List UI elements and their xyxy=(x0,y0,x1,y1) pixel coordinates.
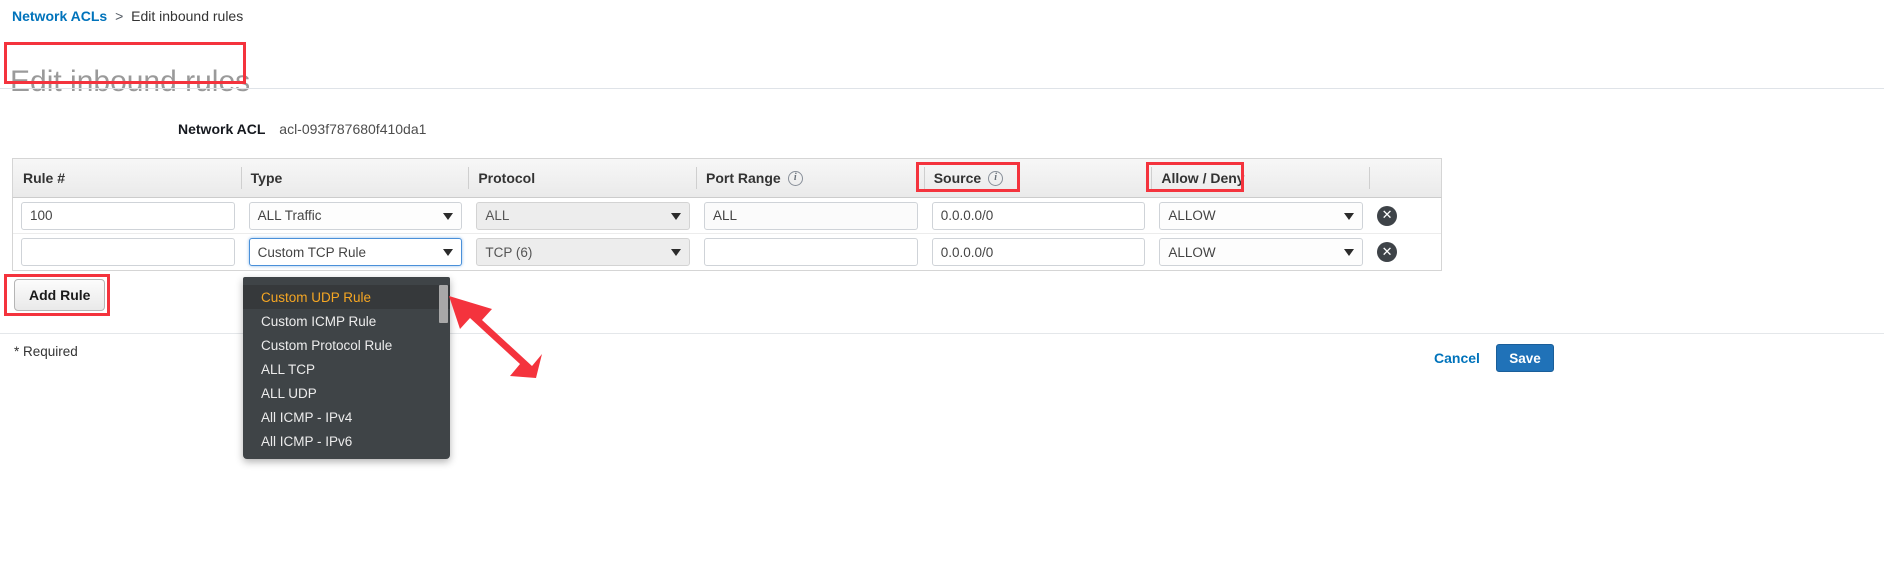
protocol-select-value: ALL xyxy=(485,208,510,223)
cell-port-range xyxy=(696,234,924,270)
type-select[interactable]: ALL Traffic xyxy=(248,201,463,230)
rule-number-input[interactable] xyxy=(21,201,235,230)
protocol-select-value: TCP (6) xyxy=(485,244,533,260)
chevron-down-icon xyxy=(443,212,454,220)
table-body: ALL Traffic ALL ALLOW xyxy=(12,198,1442,271)
dropdown-option-custom-icmp-rule[interactable]: Custom ICMP Rule xyxy=(243,309,450,333)
cell-protocol: TCP (6) xyxy=(468,234,696,270)
cell-rule-number xyxy=(13,234,241,270)
dropdown-option-all-icmp-ipv4[interactable]: All ICMP - IPv4 xyxy=(243,405,450,429)
required-note: * Required xyxy=(14,344,78,359)
breadcrumb: Network ACLs > Edit inbound rules xyxy=(12,8,243,24)
column-header-label: Protocol xyxy=(478,170,536,186)
page-title: Edit inbound rules xyxy=(10,65,251,99)
column-header-label: Rule # xyxy=(23,170,66,186)
type-select[interactable]: Custom TCP Rule xyxy=(248,238,463,266)
cell-type: ALL Traffic xyxy=(241,198,469,233)
source-input[interactable] xyxy=(931,238,1146,266)
allow-deny-select-value: ALLOW xyxy=(1168,208,1216,223)
save-button[interactable]: Save xyxy=(1496,344,1554,372)
chevron-down-icon xyxy=(671,249,682,256)
breadcrumb-link-network-acls[interactable]: Network ACLs xyxy=(12,8,107,24)
dropdown-option-custom-protocol-rule[interactable]: Custom Protocol Rule xyxy=(243,333,450,357)
allow-deny-select[interactable]: ALLOW xyxy=(1159,201,1364,230)
network-acl-info: Network ACL acl-093f787680f410da1 xyxy=(178,121,426,137)
cell-allow-deny: ALLOW xyxy=(1151,198,1369,233)
port-range-input[interactable] xyxy=(704,201,918,230)
table-header-row: Rule # Type Protocol Port Range i Source… xyxy=(12,158,1442,198)
cell-rule-number xyxy=(13,198,241,233)
protocol-select[interactable]: TCP (6) xyxy=(476,238,691,266)
port-range-input[interactable] xyxy=(704,238,918,266)
cell-protocol: ALL xyxy=(468,198,696,233)
column-header-label: Allow / Deny xyxy=(1161,170,1245,186)
cell-remove: ✕ xyxy=(1369,198,1441,233)
title-divider xyxy=(0,88,1884,89)
info-icon[interactable]: i xyxy=(988,170,1004,186)
dropdown-scrollbar-thumb[interactable] xyxy=(439,285,448,323)
table-row: Custom TCP Rule TCP (6) ALLOW xyxy=(13,234,1441,270)
column-header-source: Source i xyxy=(923,159,1152,197)
cell-source xyxy=(924,198,1152,233)
breadcrumb-current: Edit inbound rules xyxy=(131,8,244,24)
dropdown-option-all-udp[interactable]: ALL UDP xyxy=(243,381,450,405)
dropdown-option-custom-udp-rule[interactable]: Custom UDP Rule xyxy=(243,285,450,309)
remove-rule-icon[interactable]: ✕ xyxy=(1377,205,1398,226)
add-rule-button[interactable]: Add Rule xyxy=(14,279,106,311)
table-row: ALL Traffic ALL ALLOW xyxy=(13,198,1441,234)
cell-allow-deny: ALLOW xyxy=(1151,234,1369,270)
column-header-rule-number: Rule # xyxy=(13,159,241,197)
rule-number-input[interactable] xyxy=(21,238,235,266)
column-header-label: Type xyxy=(250,170,283,186)
source-input[interactable] xyxy=(931,201,1146,230)
column-header-protocol: Protocol xyxy=(468,159,696,197)
column-header-allow-deny: Allow / Deny xyxy=(1151,159,1369,197)
chevron-down-icon xyxy=(1344,212,1355,220)
network-acl-id: acl-093f787680f410da1 xyxy=(279,121,427,137)
type-dropdown-menu: Custom UDP Rule Custom ICMP Rule Custom … xyxy=(243,277,450,459)
column-header-label: Source xyxy=(933,170,982,186)
cell-port-range xyxy=(696,198,924,233)
column-header-port-range: Port Range i xyxy=(696,159,924,197)
chevron-down-icon xyxy=(443,249,454,256)
network-acl-label: Network ACL xyxy=(178,121,266,137)
protocol-select[interactable]: ALL xyxy=(476,201,691,230)
breadcrumb-separator: > xyxy=(115,8,124,24)
type-select-value: Custom TCP Rule xyxy=(257,244,366,260)
allow-deny-select-value: ALLOW xyxy=(1168,244,1216,260)
remove-rule-icon[interactable]: ✕ xyxy=(1377,242,1398,262)
inbound-rules-table: Rule # Type Protocol Port Range i Source… xyxy=(12,158,1442,271)
column-header-type: Type xyxy=(240,159,469,197)
cell-source xyxy=(924,234,1152,270)
chevron-down-icon xyxy=(671,212,682,220)
cell-remove: ✕ xyxy=(1369,234,1441,270)
info-icon[interactable]: i xyxy=(787,170,803,186)
type-select-value: ALL Traffic xyxy=(257,208,322,223)
annotation-arrow xyxy=(449,296,542,378)
column-header-actions xyxy=(1369,159,1441,197)
column-header-label: Port Range xyxy=(706,170,781,186)
dropdown-option-all-icmp-ipv6[interactable]: All ICMP - IPv6 xyxy=(243,429,450,453)
allow-deny-select[interactable]: ALLOW xyxy=(1159,238,1364,266)
cell-type: Custom TCP Rule xyxy=(241,234,469,270)
dropdown-option-all-tcp[interactable]: ALL TCP xyxy=(243,357,450,381)
cancel-button[interactable]: Cancel xyxy=(1434,350,1480,366)
chevron-down-icon xyxy=(1344,249,1355,256)
